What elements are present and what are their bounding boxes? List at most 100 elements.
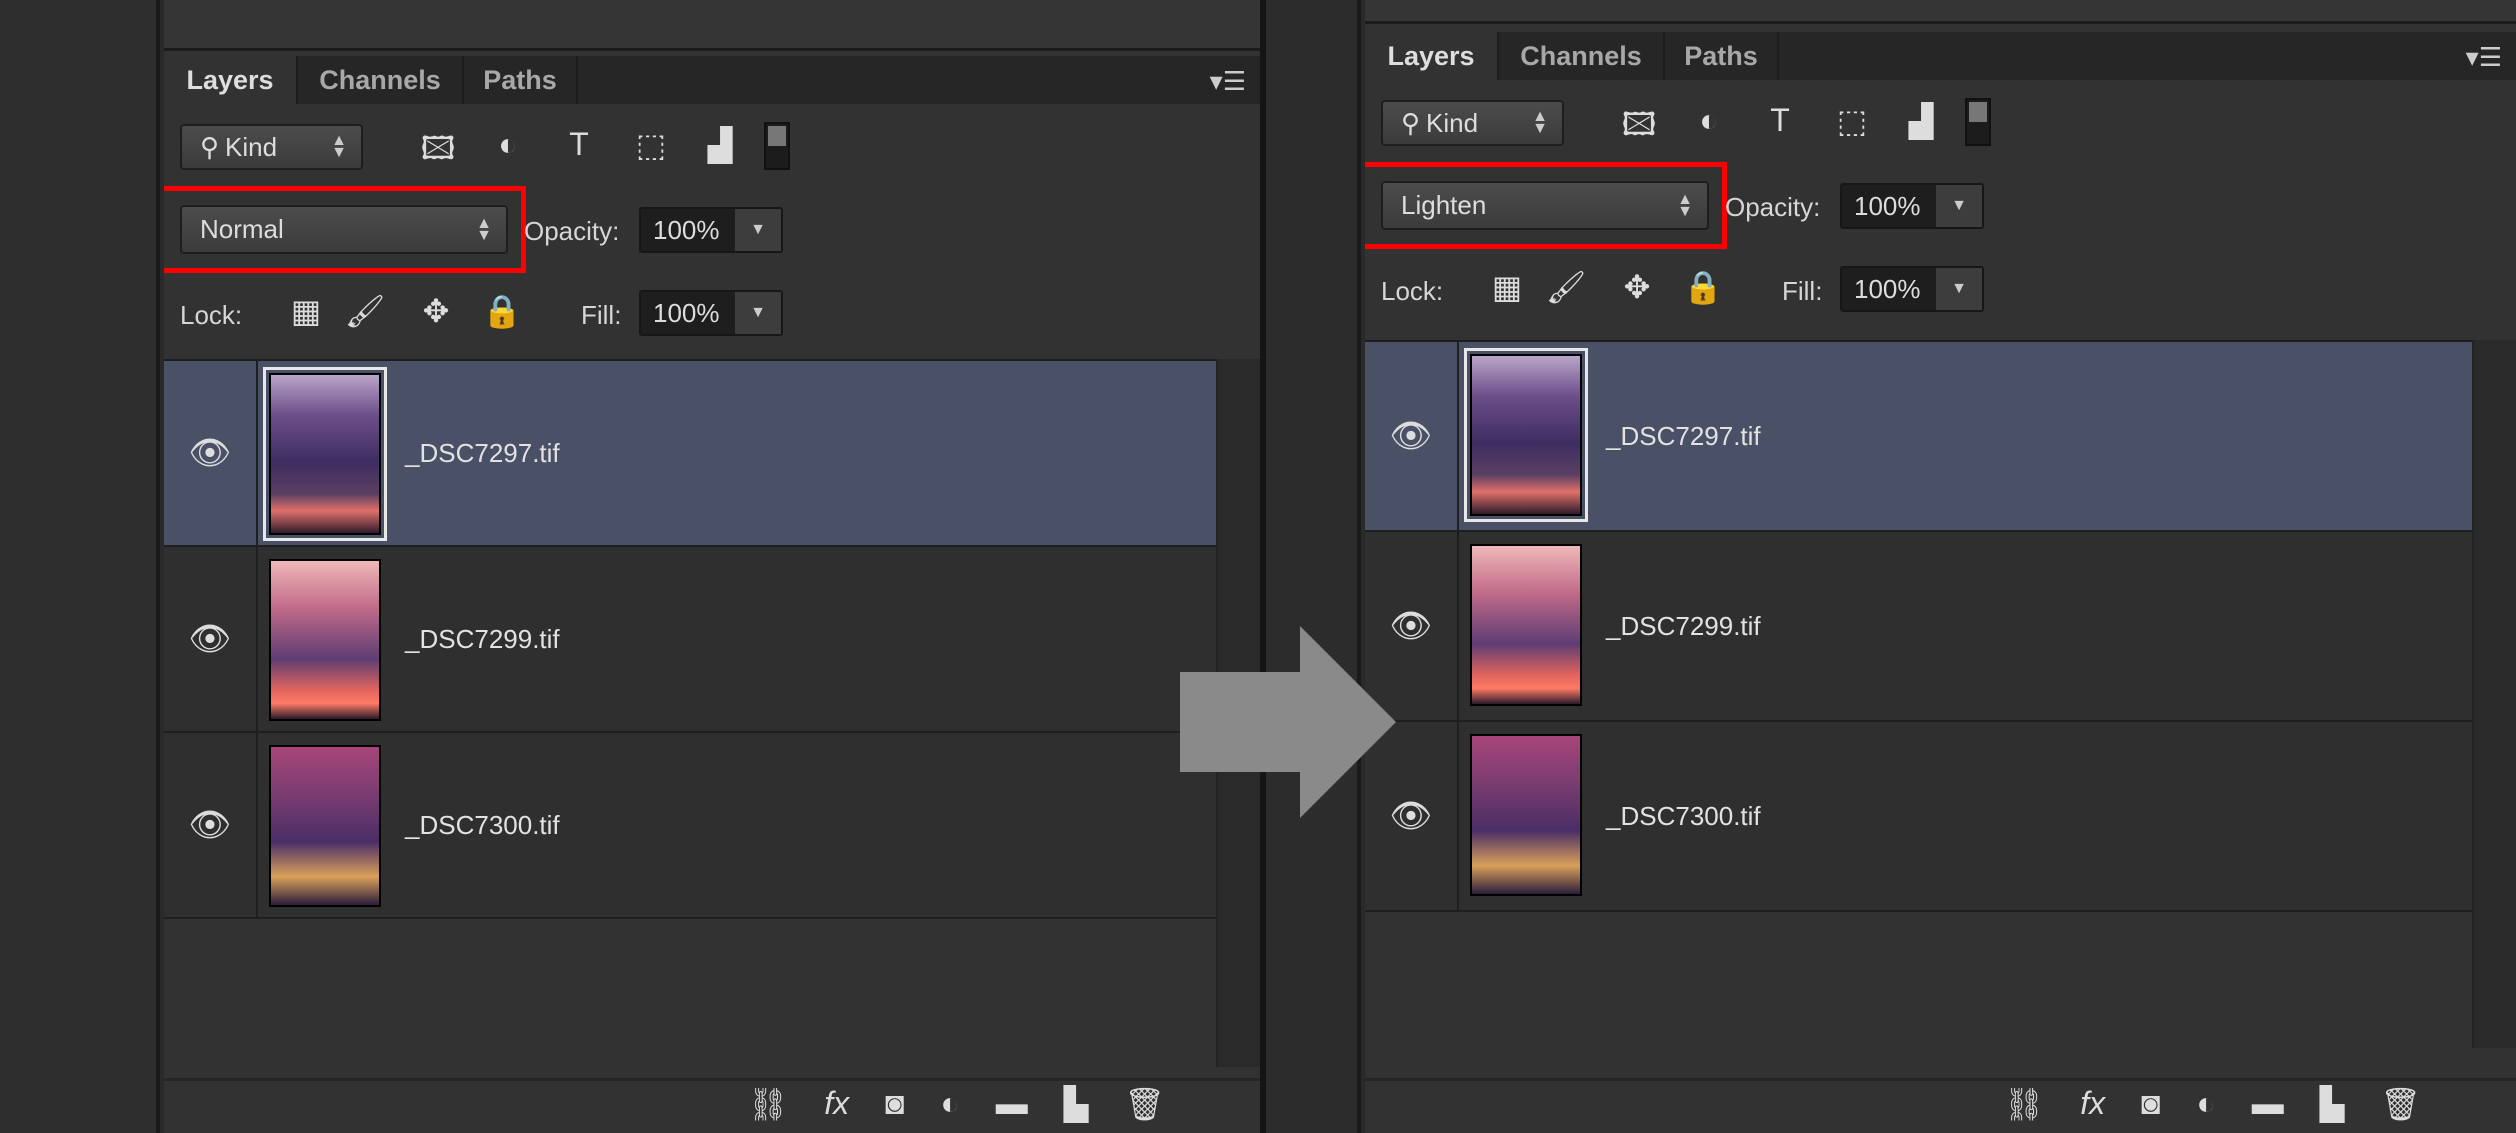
arrow-right-icon <box>1180 626 1396 818</box>
fx-icon[interactable]: fx <box>824 1085 849 1123</box>
layer-row[interactable]: 👁 _DSC7300.tif <box>164 733 1216 919</box>
highlight-box <box>1365 162 1727 249</box>
opacity-value: 100% <box>1854 190 1921 221</box>
highlight-box <box>164 186 526 273</box>
image-filter-icon[interactable]: 🖾 <box>416 126 460 180</box>
scrollbar[interactable] <box>2472 340 2516 1048</box>
layer-row[interactable]: 👁 _DSC7299.tif <box>164 547 1216 733</box>
new-layer-icon[interactable]: ▙ <box>1064 1085 1089 1123</box>
search-icon: ⚲ <box>1401 107 1421 138</box>
chevron-down-icon[interactable]: ▼ <box>1936 185 1982 227</box>
shape-filter-icon[interactable]: ⬚ <box>1830 102 1874 140</box>
eye-visibility-icon[interactable]: 👁 <box>1365 342 1459 530</box>
filter-kind-label: Kind <box>1426 107 1479 138</box>
layer-name: _DSC7297.tif <box>405 437 560 468</box>
layer-thumbnail <box>263 367 387 541</box>
add-mask-icon[interactable]: ◙ <box>2141 1085 2160 1123</box>
lock-position-move-icon[interactable]: ✥ <box>1615 268 1659 306</box>
layer-thumbnail <box>1464 348 1588 522</box>
divider <box>1260 0 1361 1133</box>
type-filter-icon[interactable]: T <box>1758 102 1802 139</box>
chevron-down-icon[interactable]: ▼ <box>735 209 781 251</box>
layer-row[interactable]: 👁 _DSC7297.tif <box>164 361 1216 547</box>
layer-name: _DSC7300.tif <box>405 809 560 840</box>
fill-value: 100% <box>653 297 720 328</box>
panel-menu-icon[interactable]: ▾☰ <box>1210 66 1246 97</box>
tab-paths[interactable]: Paths <box>464 56 578 104</box>
layer-thumbnail <box>1470 734 1582 896</box>
opacity-field[interactable]: 100% ▼ <box>639 207 783 253</box>
panel-menu-icon[interactable]: ▾☰ <box>2466 42 2502 73</box>
eye-visibility-icon[interactable]: 👁 <box>164 361 258 545</box>
add-mask-icon[interactable]: ◙ <box>885 1085 904 1123</box>
layers-list: 👁 _DSC7297.tif 👁 _DSC7299.tif 👁 _DSC7300… <box>164 359 1216 1067</box>
layer-name: _DSC7299.tif <box>1606 610 1761 641</box>
tab-layers[interactable]: Layers <box>164 56 298 104</box>
adjustment-filter-icon[interactable]: ◐ <box>486 126 530 163</box>
new-group-folder-icon[interactable]: ▬ <box>2252 1085 2284 1123</box>
opacity-label: Opacity: <box>1725 192 1821 222</box>
panel-footer: ⛓ fx ◙ ◐ ▬ ▙ 🗑 <box>1365 1078 2516 1133</box>
updown-arrows-icon: ▲ ▼ <box>331 132 347 161</box>
smart-object-filter-icon[interactable]: ▟ <box>1899 102 1943 140</box>
filter-toggle[interactable] <box>764 122 790 170</box>
layer-name: _DSC7299.tif <box>405 623 560 654</box>
workspace-edge <box>0 0 160 1133</box>
lock-label: Lock: <box>1381 276 1444 306</box>
layers-panel-before: Layers Channels Paths ▾☰ ⚲ Kind ▲ ▼ 🖾 ◐ T ⬚ ▟ Norm… <box>164 0 1260 1133</box>
link-layers-icon[interactable]: ⛓ <box>2004 1085 2045 1123</box>
fill-field[interactable]: 100% ▼ <box>1840 266 1984 312</box>
tab-layers[interactable]: Layers <box>1365 32 1499 80</box>
layer-name: _DSC7300.tif <box>1606 800 1761 831</box>
new-layer-icon[interactable]: ▙ <box>2320 1085 2345 1123</box>
chevron-down-icon[interactable]: ▼ <box>1936 268 1982 310</box>
tab-channels[interactable]: Channels <box>1499 32 1665 80</box>
smart-object-filter-icon[interactable]: ▟ <box>698 126 742 164</box>
updown-arrows-icon: ▲ ▼ <box>1532 108 1548 137</box>
tab-channels[interactable]: Channels <box>298 56 464 104</box>
layer-thumbnail <box>1470 544 1582 706</box>
chevron-down-icon[interactable]: ▼ <box>735 292 781 334</box>
lock-all-icon[interactable]: 🔒 <box>1681 268 1725 306</box>
layers-list: 👁 _DSC7297.tif 👁 _DSC7299.tif 👁 _DSC7300… <box>1365 340 2472 1048</box>
layer-row[interactable]: 👁 _DSC7300.tif <box>1365 722 2472 912</box>
adjustment-layer-icon[interactable]: ◐ <box>2196 1085 2215 1123</box>
filter-kind-dropdown[interactable]: ⚲ Kind ▲ ▼ <box>180 124 363 170</box>
layer-thumbnail <box>269 559 381 721</box>
adjustment-filter-icon[interactable]: ◐ <box>1687 102 1731 139</box>
layer-row[interactable]: 👁 _DSC7297.tif <box>1365 342 2472 532</box>
lock-pixels-brush-icon[interactable]: 🖌 <box>343 292 387 330</box>
lock-transparent-icon[interactable]: ▦ <box>284 292 328 330</box>
filter-kind-label: Kind <box>225 131 278 162</box>
opacity-field[interactable]: 100% ▼ <box>1840 183 1984 229</box>
fill-value: 100% <box>1854 273 1921 304</box>
lock-position-move-icon[interactable]: ✥ <box>414 292 458 330</box>
type-filter-icon[interactable]: T <box>557 126 601 163</box>
opacity-value: 100% <box>653 214 720 245</box>
trash-icon[interactable]: 🗑 <box>2380 1085 2421 1123</box>
panel-tabs: Layers Channels Paths ▾☰ <box>164 56 1260 104</box>
fx-icon[interactable]: fx <box>2080 1085 2105 1123</box>
search-icon: ⚲ <box>200 131 220 162</box>
lock-all-icon[interactable]: 🔒 <box>480 292 524 330</box>
image-filter-icon[interactable]: 🖾 <box>1617 102 1661 156</box>
eye-visibility-icon[interactable]: 👁 <box>164 733 258 917</box>
new-group-folder-icon[interactable]: ▬ <box>996 1085 1028 1123</box>
shape-filter-icon[interactable]: ⬚ <box>629 126 673 164</box>
link-layers-icon[interactable]: ⛓ <box>748 1085 789 1123</box>
fill-label: Fill: <box>1782 276 1823 306</box>
layer-row[interactable]: 👁 _DSC7299.tif <box>1365 532 2472 722</box>
adjustment-layer-icon[interactable]: ◐ <box>940 1085 959 1123</box>
fill-label: Fill: <box>581 300 622 330</box>
fill-field[interactable]: 100% ▼ <box>639 290 783 336</box>
lock-pixels-brush-icon[interactable]: 🖌 <box>1544 268 1588 306</box>
trash-icon[interactable]: 🗑 <box>1124 1085 1165 1123</box>
lock-transparent-icon[interactable]: ▦ <box>1485 268 1529 306</box>
opacity-label: Opacity: <box>524 216 620 246</box>
panel-footer: ⛓ fx ◙ ◐ ▬ ▙ 🗑 <box>164 1078 1260 1133</box>
tab-paths[interactable]: Paths <box>1665 32 1779 80</box>
eye-visibility-icon[interactable]: 👁 <box>164 547 258 731</box>
filter-toggle[interactable] <box>1965 98 1991 146</box>
layers-panel-after: Layers Channels Paths ▾☰ ⚲ Kind ▲ ▼ 🖾 ◐ T ⬚ ▟ Ligh… <box>1365 0 2516 1133</box>
filter-kind-dropdown[interactable]: ⚲ Kind ▲ ▼ <box>1381 100 1564 146</box>
